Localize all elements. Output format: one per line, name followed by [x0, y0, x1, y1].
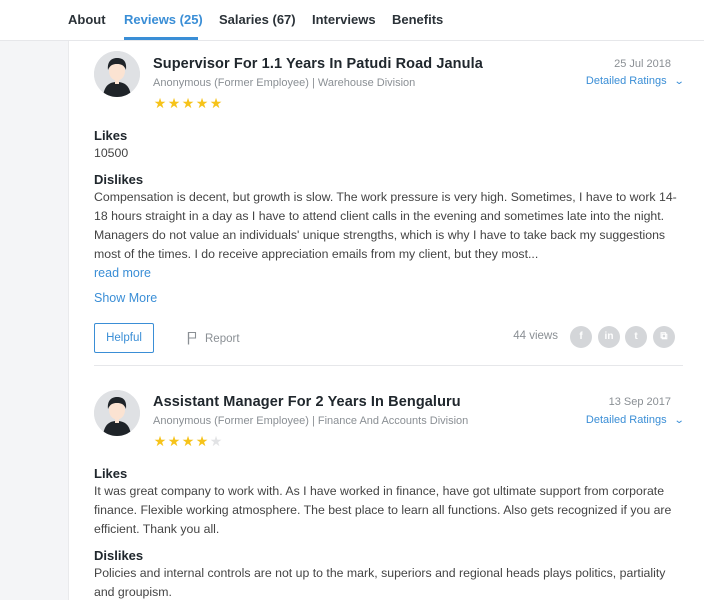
company-tabs: About Reviews (25) Salaries (67) Intervi… [0, 0, 704, 41]
star-filled-icon: ★ [195, 433, 209, 449]
review-date: 25 Jul 2018 [614, 58, 671, 70]
star-filled-icon: ★ [167, 95, 181, 111]
detailed-ratings-label: Detailed Ratings [585, 414, 667, 426]
detailed-ratings-toggle[interactable]: Detailed Ratings ⌄ [585, 75, 685, 87]
share-icon[interactable]: ⧉ [653, 326, 675, 348]
linkedin-icon[interactable]: in [598, 326, 620, 348]
star-filled-icon: ★ [153, 95, 167, 111]
chevron-down-icon: ⌄ [673, 76, 685, 87]
dislikes-text: Compensation is decent, but growth is sl… [94, 190, 677, 261]
star-filled-icon: ★ [181, 95, 195, 111]
star-rating: ★★★★★ [153, 96, 223, 110]
dislikes-text: Policies and internal controls are not u… [94, 566, 666, 599]
tab-interviews[interactable]: Interviews [312, 12, 376, 27]
report-button[interactable]: Report [187, 331, 240, 345]
tab-about[interactable]: About [68, 12, 106, 27]
show-more-link[interactable]: Show More [94, 291, 157, 305]
review-divider [94, 365, 683, 366]
likes-text: 10500 [94, 146, 129, 160]
reviewer-info: Anonymous (Former Employee) | Warehouse … [153, 77, 416, 89]
star-empty-icon: ★ [209, 433, 223, 449]
active-tab-indicator [124, 37, 198, 40]
view-count: 44 views [513, 330, 558, 342]
star-filled-icon: ★ [181, 433, 195, 449]
tab-benefits[interactable]: Benefits [392, 12, 443, 27]
dislikes-heading: Dislikes [94, 172, 144, 187]
avatar [94, 51, 140, 97]
reviews-list: Supervisor For 1.1 Years In Patudi Road … [68, 41, 704, 600]
dislikes-heading: Dislikes [94, 548, 144, 563]
review-title[interactable]: Supervisor For 1.1 Years In Patudi Road … [153, 56, 483, 72]
star-filled-icon: ★ [209, 95, 223, 111]
twitter-icon[interactable]: t [625, 326, 647, 348]
star-rating: ★★★★★ [153, 434, 223, 448]
facebook-icon[interactable]: f [570, 326, 592, 348]
star-filled-icon: ★ [167, 433, 181, 449]
detailed-ratings-toggle[interactable]: Detailed Ratings ⌄ [585, 414, 685, 426]
star-filled-icon: ★ [195, 95, 209, 111]
review-date: 13 Sep 2017 [608, 396, 671, 408]
likes-heading: Likes [94, 466, 128, 481]
review-title[interactable]: Assistant Manager For 2 Years In Bengalu… [153, 394, 461, 410]
tab-reviews[interactable]: Reviews (25) [124, 12, 203, 27]
likes-text: It was great company to work with. As I … [94, 484, 672, 536]
star-filled-icon: ★ [153, 433, 167, 449]
detailed-ratings-label: Detailed Ratings [585, 75, 667, 87]
helpful-button[interactable]: Helpful [94, 323, 154, 353]
tab-salaries[interactable]: Salaries (67) [219, 12, 296, 27]
report-label: Report [205, 333, 240, 345]
avatar [94, 390, 140, 436]
likes-heading: Likes [94, 128, 128, 143]
flag-icon [187, 331, 197, 345]
read-more-link[interactable]: read more [94, 266, 151, 280]
reviewer-info: Anonymous (Former Employee) | Finance An… [153, 415, 469, 427]
chevron-down-icon: ⌄ [673, 415, 685, 426]
